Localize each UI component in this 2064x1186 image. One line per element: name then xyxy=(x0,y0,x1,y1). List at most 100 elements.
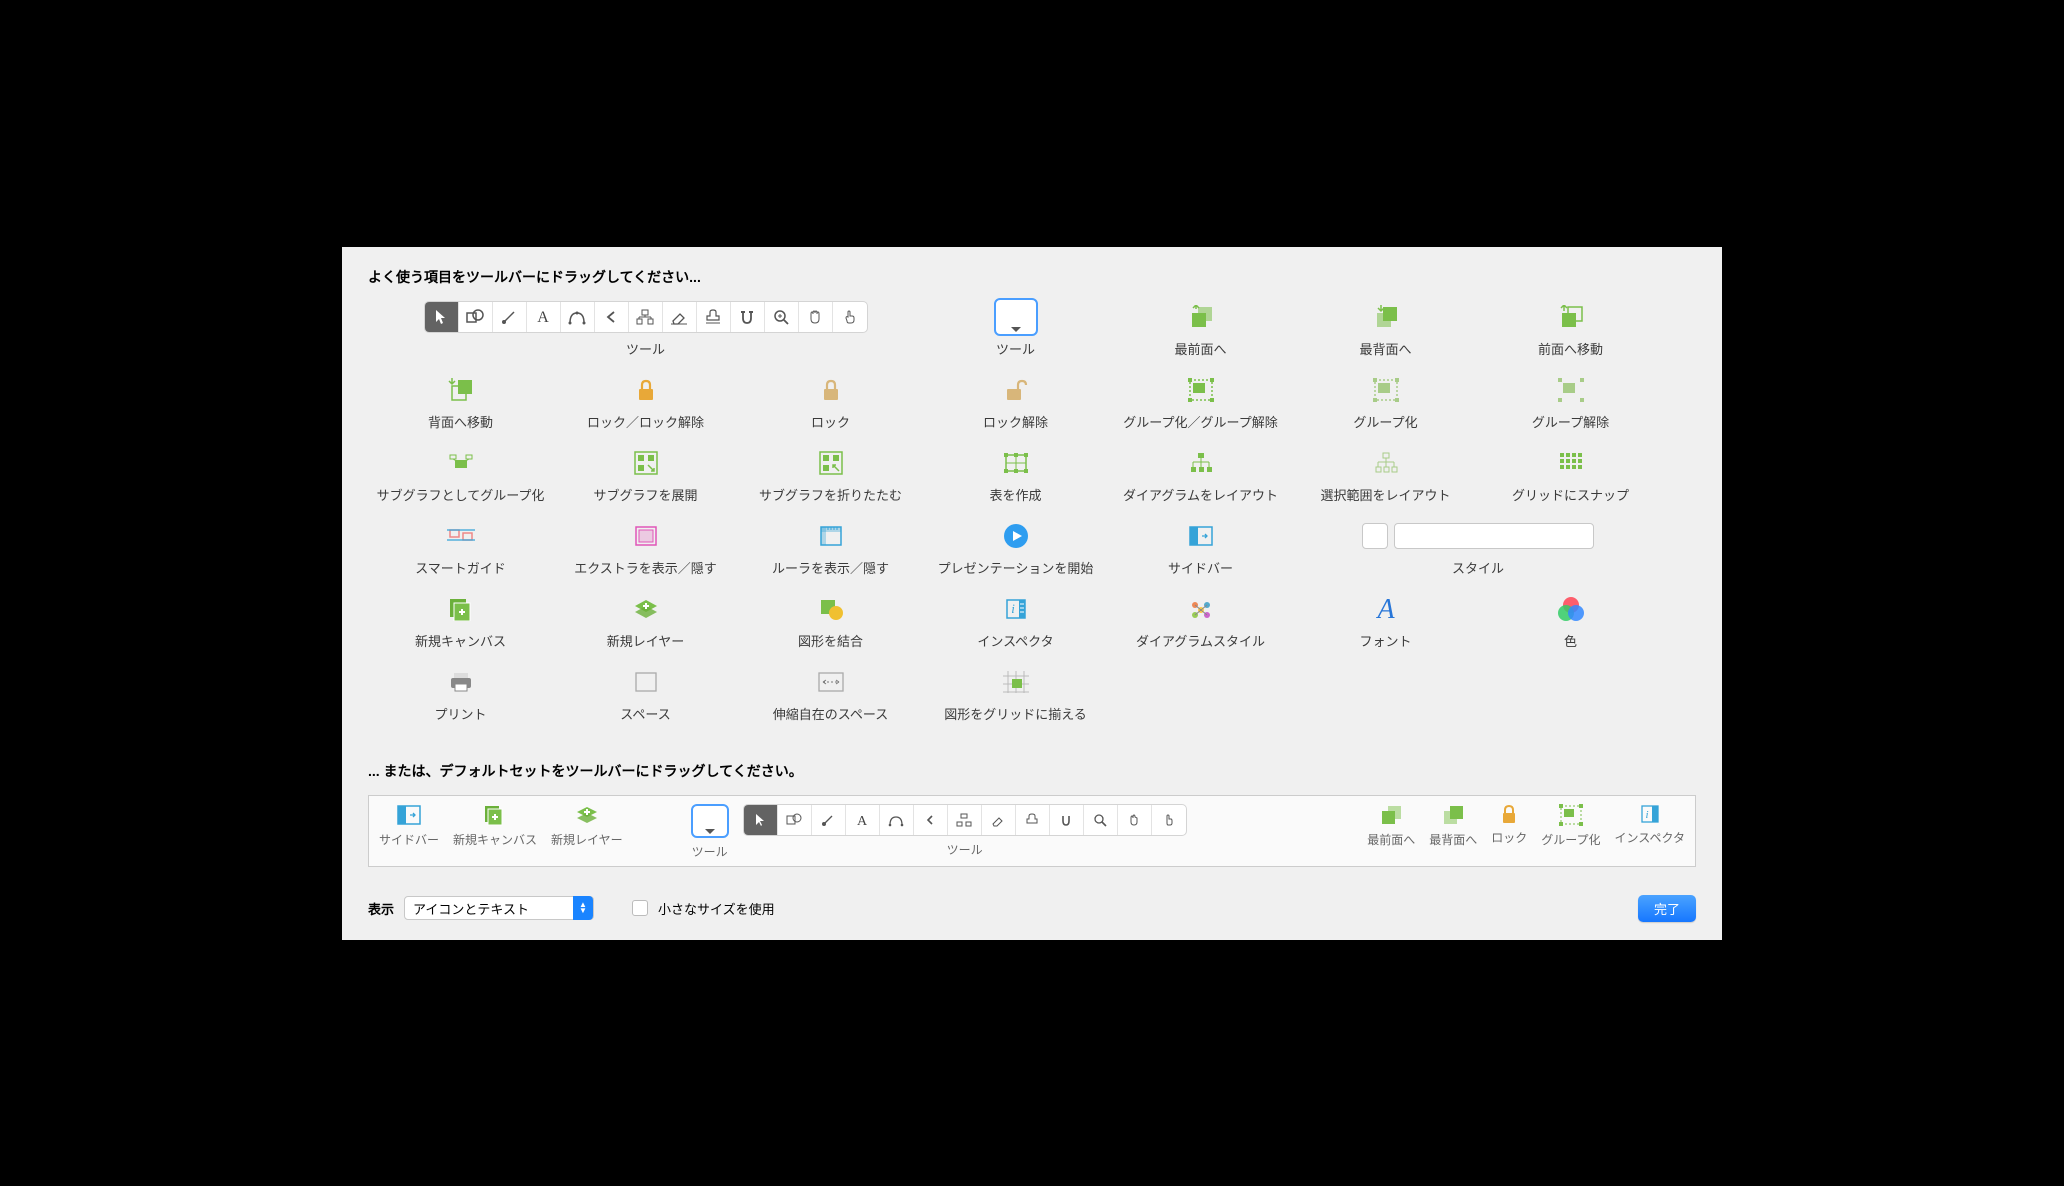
item-ungroup[interactable]: グループ解除 xyxy=(1478,374,1663,431)
item-label: グループ化／グループ解除 xyxy=(1123,412,1277,431)
item-label: ダイアグラムをレイアウト xyxy=(1123,485,1278,504)
item-expand-subgraph[interactable]: サブグラフを展開 xyxy=(553,447,738,504)
back-tool-icon[interactable] xyxy=(914,805,948,835)
item-layout-diagram[interactable]: ダイアグラムをレイアウト xyxy=(1108,447,1293,504)
pen-tool-icon[interactable] xyxy=(880,805,914,835)
click-tool-icon[interactable] xyxy=(1152,805,1186,835)
style-field[interactable] xyxy=(1362,523,1594,549)
pointer-tool-icon[interactable] xyxy=(744,805,778,835)
done-button[interactable]: 完了 xyxy=(1638,895,1696,922)
small-size-checkbox[interactable] xyxy=(632,900,648,916)
tools-strip[interactable]: A xyxy=(743,804,1187,836)
zoom-tool-icon[interactable] xyxy=(765,302,799,332)
show-mode-select[interactable]: アイコンとテキスト ▲▼ xyxy=(404,896,594,920)
item-new-canvas[interactable]: 新規キャンバス xyxy=(368,593,553,650)
ds-label: 新規キャンバス xyxy=(453,831,537,848)
magnet-tool-icon[interactable] xyxy=(731,302,765,332)
text-tool-icon[interactable]: A xyxy=(527,302,561,332)
hand-tool-icon[interactable] xyxy=(799,302,833,332)
item-font[interactable]: A フォント xyxy=(1293,593,1478,650)
item-start-presentation[interactable]: プレゼンテーションを開始 xyxy=(923,520,1108,577)
item-label: サブグラフを展開 xyxy=(593,485,697,504)
default-toolbar-set[interactable]: サイドバー 新規キャンバス 新規レイヤー ツール A xyxy=(368,795,1696,867)
item-create-table[interactable]: 表を作成 xyxy=(923,447,1108,504)
item-show-extras[interactable]: エクストラを表示／隠す xyxy=(553,520,738,577)
item-align-to-grid[interactable]: 図形をグリッドに揃える xyxy=(923,666,1108,723)
item-label: ツール xyxy=(626,339,665,358)
item-group[interactable]: グループ化 xyxy=(1293,374,1478,431)
ds-bring-front[interactable]: 最前面へ xyxy=(1367,804,1415,848)
hierarchy-tool-icon[interactable] xyxy=(948,805,982,835)
item-unlock[interactable]: ロック解除 xyxy=(923,374,1108,431)
click-tool-icon[interactable] xyxy=(833,302,867,332)
item-move-forward[interactable]: 前面へ移動 xyxy=(1478,301,1663,358)
item-group-ungroup[interactable]: グループ化／グループ解除 xyxy=(1108,374,1293,431)
hand-tool-icon[interactable] xyxy=(1118,805,1152,835)
style-name-input[interactable] xyxy=(1394,523,1594,549)
move-forward-icon xyxy=(1558,305,1584,329)
tools-strip[interactable]: A xyxy=(424,301,868,333)
magnet-tool-icon[interactable] xyxy=(1050,805,1084,835)
stamp-tool-icon[interactable] xyxy=(697,302,731,332)
back-tool-icon[interactable] xyxy=(595,302,629,332)
item-space[interactable]: スペース xyxy=(553,666,738,723)
item-move-backward[interactable]: 背面へ移動 xyxy=(368,374,553,431)
item-combine-shapes[interactable]: 図形を結合 xyxy=(738,593,923,650)
item-layout-selection[interactable]: 選択範囲をレイアウト xyxy=(1293,447,1478,504)
bottom-bar: 表示 アイコンとテキスト ▲▼ 小さなサイズを使用 完了 xyxy=(368,895,1696,922)
shape-tool-icon[interactable] xyxy=(459,302,493,332)
item-style[interactable]: スタイル xyxy=(1293,520,1663,577)
item-subgraph-group[interactable]: サブグラフとしてグループ化 xyxy=(368,447,553,504)
item-diagram-style[interactable]: ダイアグラムスタイル xyxy=(1108,593,1293,650)
line-tool-icon[interactable] xyxy=(812,805,846,835)
toolbar-items-palette: A ツール ツール 最前面へ xyxy=(368,301,1696,739)
item-send-back[interactable]: 最背面へ xyxy=(1293,301,1478,358)
item-label: フォント xyxy=(1359,631,1411,650)
item-tools-strip[interactable]: A ツール xyxy=(368,301,923,358)
table-icon xyxy=(1003,452,1029,474)
inspector-icon: i xyxy=(1005,598,1027,620)
item-label: 前面へ移動 xyxy=(1538,339,1603,358)
item-show-rulers[interactable]: ルーラを表示／隠す xyxy=(738,520,923,577)
space-icon xyxy=(634,671,658,693)
item-collapse-subgraph[interactable]: サブグラフを折りたたむ xyxy=(738,447,923,504)
hierarchy-tool-icon[interactable] xyxy=(629,302,663,332)
item-smart-guide[interactable]: スマートガイド xyxy=(368,520,553,577)
eraser-tool-icon[interactable] xyxy=(982,805,1016,835)
pointer-tool-icon[interactable] xyxy=(425,302,459,332)
item-inspector[interactable]: i インスペクタ xyxy=(923,593,1108,650)
ds-group[interactable]: グループ化 xyxy=(1541,804,1600,848)
item-label: グループ化 xyxy=(1353,412,1417,431)
ds-sidebar[interactable]: サイドバー xyxy=(379,804,439,848)
shape-tool-icon[interactable] xyxy=(778,805,812,835)
item-print[interactable]: プリント xyxy=(368,666,553,723)
ds-new-canvas[interactable]: 新規キャンバス xyxy=(453,804,537,848)
ruler-icon xyxy=(819,525,843,547)
svg-text:A: A xyxy=(857,814,868,827)
ds-label: 最背面へ xyxy=(1429,831,1477,848)
item-label: エクストラを表示／隠す xyxy=(574,558,717,577)
style-swatch[interactable] xyxy=(1362,523,1388,549)
ds-new-layer[interactable]: 新規レイヤー xyxy=(551,804,623,848)
text-tool-icon[interactable]: A xyxy=(846,805,880,835)
item-lock-unlock[interactable]: ロック／ロック解除 xyxy=(553,374,738,431)
item-tool-dropdown[interactable]: ツール xyxy=(923,301,1108,358)
item-new-layer[interactable]: 新規レイヤー xyxy=(553,593,738,650)
pen-tool-icon[interactable] xyxy=(561,302,595,332)
stamp-tool-icon[interactable] xyxy=(1016,805,1050,835)
eraser-tool-icon[interactable] xyxy=(663,302,697,332)
line-tool-icon[interactable] xyxy=(493,302,527,332)
zoom-tool-icon[interactable] xyxy=(1084,805,1118,835)
item-snap-grid[interactable]: グリッドにスナップ xyxy=(1478,447,1663,504)
ds-inspector[interactable]: i インスペクタ xyxy=(1615,804,1685,846)
group-only-icon xyxy=(1373,378,1399,402)
item-sidebar[interactable]: サイドバー xyxy=(1108,520,1293,577)
item-color[interactable]: 色 xyxy=(1478,593,1663,650)
ds-lock[interactable]: ロック xyxy=(1491,804,1527,846)
item-flex-space[interactable]: 伸縮自在のスペース xyxy=(738,666,923,723)
item-lock[interactable]: ロック xyxy=(738,374,923,431)
ds-tools-strip[interactable]: A ツール xyxy=(743,804,1187,858)
ds-send-back[interactable]: 最背面へ xyxy=(1429,804,1477,848)
item-bring-front[interactable]: 最前面へ xyxy=(1108,301,1293,358)
ds-tool-dropdown[interactable]: ツール xyxy=(691,804,729,860)
